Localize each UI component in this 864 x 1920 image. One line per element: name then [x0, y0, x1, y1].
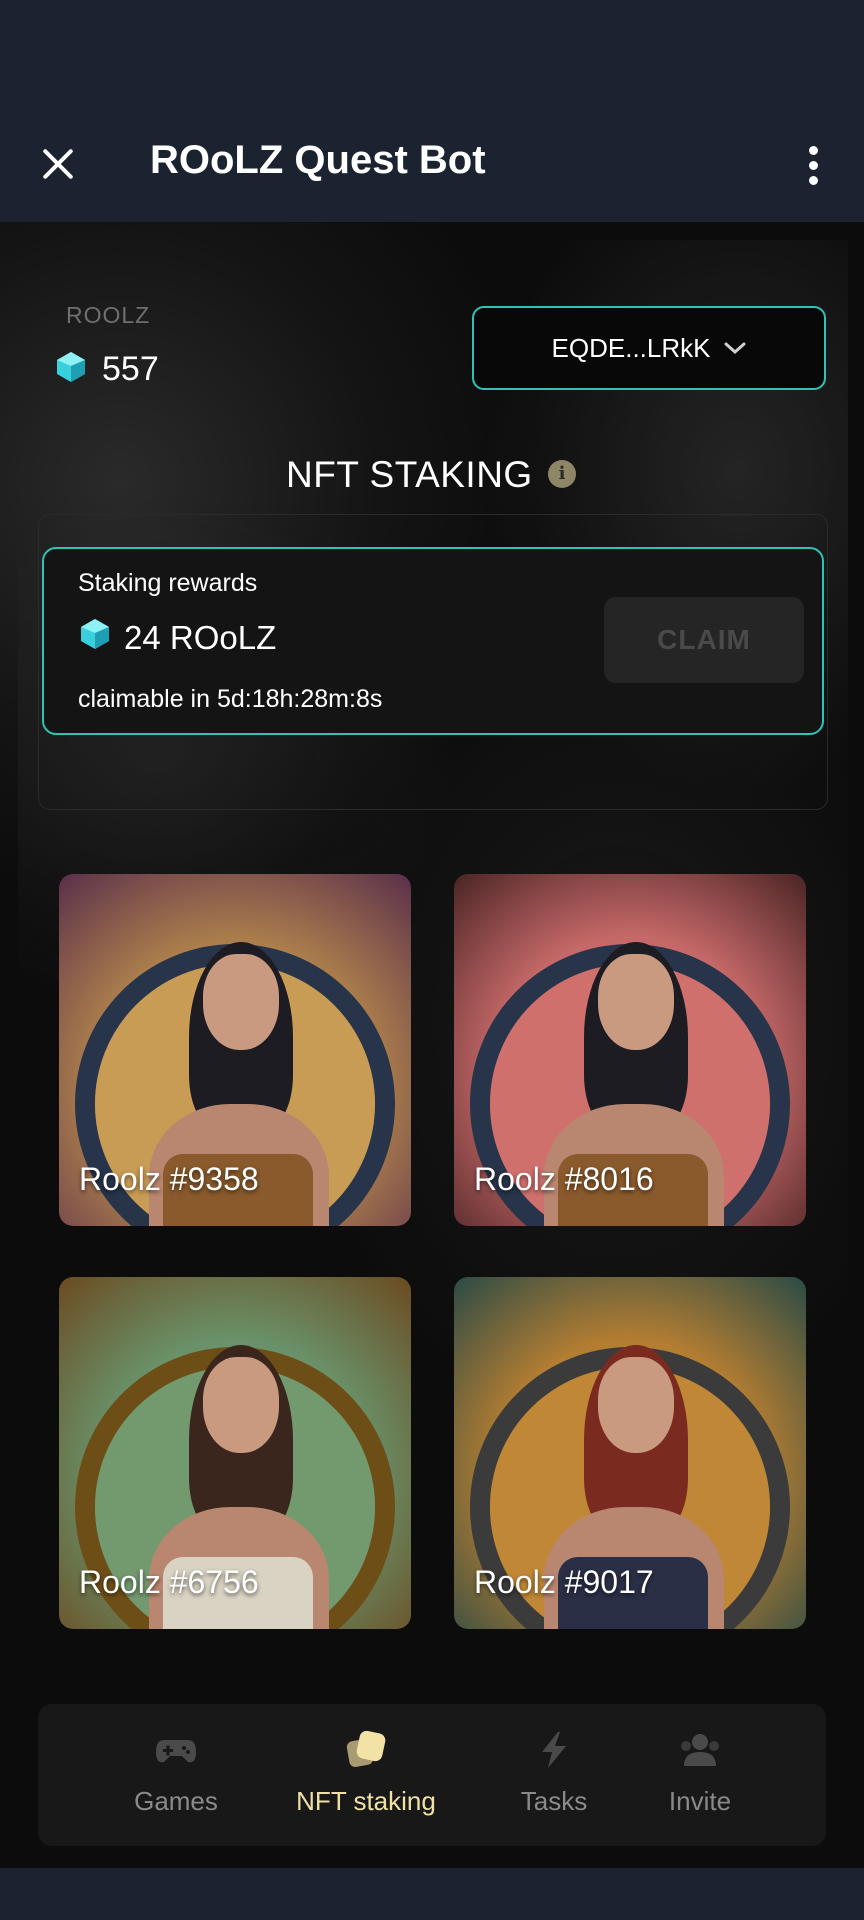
diamond-icon [57, 352, 85, 382]
nav-item-games[interactable]: Games [106, 1704, 246, 1846]
staking-rewards-amount: 24 ROoLZ [124, 619, 277, 656]
wallet-selector[interactable]: EQDE...LRkK [472, 306, 826, 390]
gamepad-icon [156, 1740, 196, 1763]
main-content: ROOLZ 557 EQDE...LRkK NFT STAKING i Stak… [0, 222, 864, 1868]
more-options-icon[interactable] [806, 146, 820, 186]
chevron-down-icon [724, 342, 746, 355]
staking-rewards-card: Staking rewards 24 ROoLZ claimable in 5d… [42, 547, 824, 735]
nav-label: Games [134, 1786, 218, 1816]
nft-card[interactable]: Roolz #9017 [454, 1277, 806, 1629]
nft-card[interactable]: Roolz #9358 [59, 874, 411, 1226]
nav-label: Tasks [520, 1786, 588, 1816]
nft-name: Roolz #8016 [474, 1161, 654, 1197]
people-icon [681, 1734, 719, 1766]
app-title: ROoLZ Quest Bot [150, 138, 486, 182]
nav-item-tasks[interactable]: Tasks [494, 1704, 614, 1846]
section-title: NFT STAKING [286, 454, 533, 495]
diamond-icon [81, 619, 109, 649]
balance-amount: 557 [102, 350, 159, 388]
staking-rewards-label: Staking rewards [78, 569, 258, 597]
claim-button[interactable]: CLAIM [604, 597, 804, 683]
nft-name: Roolz #9358 [79, 1161, 259, 1197]
nft-cards-icon [346, 1730, 386, 1767]
top-bar: ROoLZ Quest Bot [0, 0, 864, 222]
nft-card[interactable]: Roolz #6756 [59, 1277, 411, 1629]
nav-item-nft-staking[interactable]: NFT staking [278, 1704, 454, 1846]
balance-label: ROOLZ [66, 302, 151, 328]
bottom-navigation: Games NFT staking Tasks Invite [38, 1704, 826, 1846]
nav-label: NFT staking [296, 1786, 436, 1816]
close-icon[interactable] [38, 144, 78, 184]
system-bottom-bar [0, 1868, 864, 1920]
lightning-icon [542, 1732, 566, 1768]
nav-label: Invite [668, 1786, 732, 1816]
info-icon[interactable]: i [548, 460, 576, 488]
wallet-address: EQDE...LRkK [551, 332, 711, 363]
nft-name: Roolz #9017 [474, 1564, 654, 1600]
nft-card[interactable]: Roolz #8016 [454, 874, 806, 1226]
nft-name: Roolz #6756 [79, 1564, 259, 1600]
nav-item-invite[interactable]: Invite [640, 1704, 760, 1846]
claim-countdown: claimable in 5d:18h:28m:8s [78, 685, 383, 713]
